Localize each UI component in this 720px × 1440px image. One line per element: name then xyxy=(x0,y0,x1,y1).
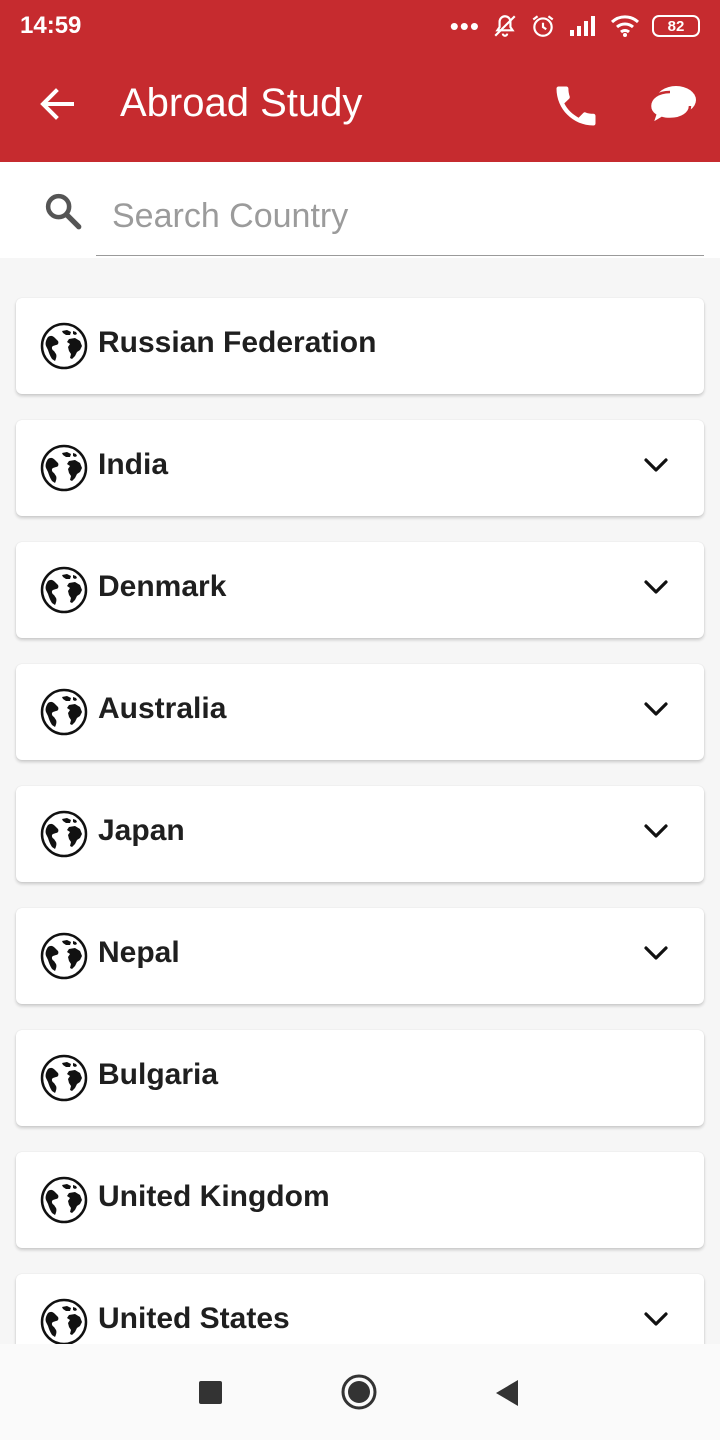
muted-bell-icon xyxy=(494,15,516,37)
globe-icon xyxy=(40,1298,88,1346)
country-card[interactable]: India xyxy=(16,420,704,516)
back-arrow-icon[interactable] xyxy=(36,84,76,124)
chevron-down-icon[interactable] xyxy=(642,578,670,598)
country-card[interactable]: Nepal xyxy=(16,908,704,1004)
country-card[interactable]: Denmark xyxy=(16,542,704,638)
country-name: India xyxy=(98,448,169,481)
chevron-down-icon[interactable] xyxy=(642,1310,670,1330)
status-bar: 14:59 ••• 82 xyxy=(0,0,720,52)
status-icons: ••• 82 xyxy=(450,10,700,42)
chevron-down-icon[interactable] xyxy=(642,944,670,964)
country-card[interactable]: United Kingdom xyxy=(16,1152,704,1248)
notification-dots-icon: ••• xyxy=(449,11,480,41)
back-triangle-icon[interactable] xyxy=(494,1378,520,1408)
country-name: Russian Federation xyxy=(98,326,377,359)
app-bar: 14:59 ••• 82 Abroad Study xyxy=(0,0,720,162)
country-name: Denmark xyxy=(98,570,227,603)
globe-icon xyxy=(40,810,88,858)
wifi-icon xyxy=(610,15,640,37)
country-card[interactable]: Japan xyxy=(16,786,704,882)
country-name: Japan xyxy=(98,814,185,847)
signal-icon xyxy=(570,16,595,36)
globe-icon xyxy=(40,932,88,980)
chat-icon[interactable] xyxy=(646,82,698,130)
search-icon xyxy=(45,193,82,230)
globe-icon xyxy=(40,1176,88,1224)
globe-icon xyxy=(40,566,88,614)
globe-icon xyxy=(40,688,88,736)
battery-icon: 82 xyxy=(652,15,700,37)
alarm-icon xyxy=(532,15,554,37)
phone-icon[interactable] xyxy=(550,80,602,132)
country-card[interactable]: Bulgaria xyxy=(16,1030,704,1126)
home-icon[interactable] xyxy=(340,1373,378,1411)
chevron-down-icon[interactable] xyxy=(642,700,670,720)
country-name: Nepal xyxy=(98,936,180,969)
country-name: United Kingdom xyxy=(98,1180,330,1213)
recent-apps-icon[interactable] xyxy=(199,1381,222,1404)
status-time: 14:59 xyxy=(20,12,82,39)
chevron-down-icon[interactable] xyxy=(642,456,670,476)
chevron-down-icon[interactable] xyxy=(642,822,670,842)
globe-icon xyxy=(40,444,88,492)
globe-icon xyxy=(40,322,88,370)
country-card[interactable]: Russian Federation xyxy=(16,298,704,394)
globe-icon xyxy=(40,1054,88,1102)
page-title: Abroad Study xyxy=(120,81,363,125)
country-name: Bulgaria xyxy=(98,1058,219,1091)
search-input[interactable] xyxy=(96,178,704,256)
country-card[interactable]: Australia xyxy=(16,664,704,760)
country-name: Australia xyxy=(98,692,227,725)
